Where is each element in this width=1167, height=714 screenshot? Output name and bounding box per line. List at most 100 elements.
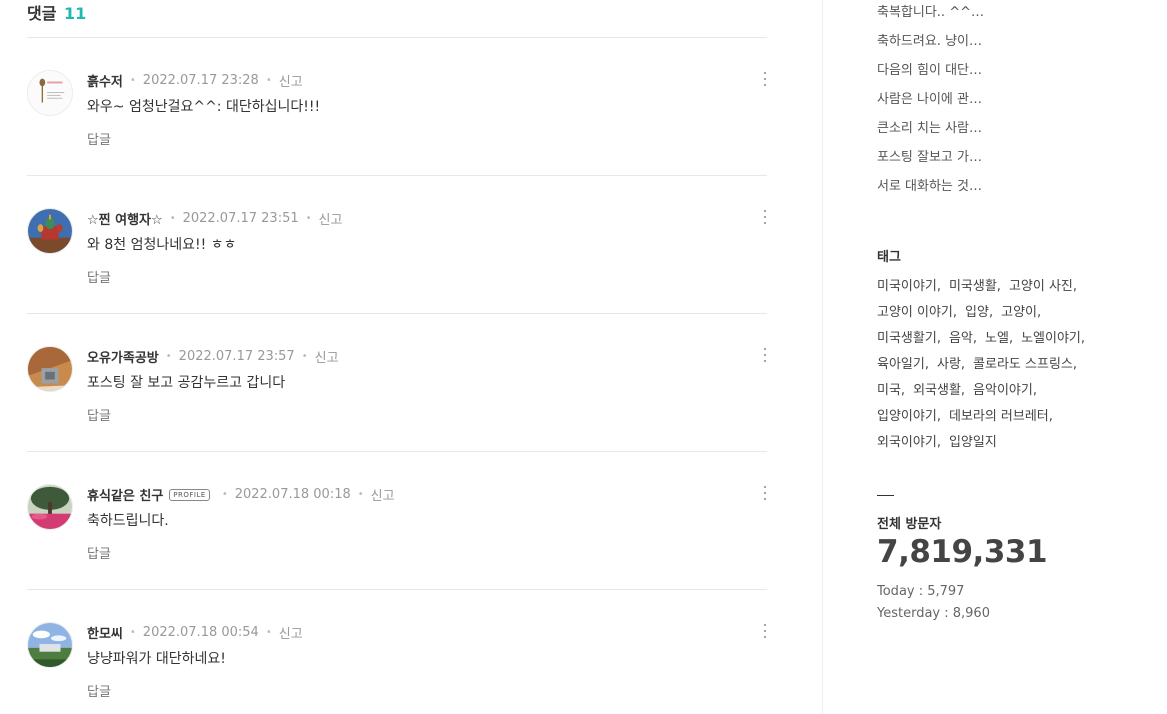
comment-item: 오유가족공방 • 2022.07.17 23:57 • 신고 포스팅 잘 보고 …	[27, 314, 767, 452]
profile-badge[interactable]: PROFILE	[169, 488, 210, 501]
visitor-total: 7,819,331	[877, 534, 1048, 570]
comment-text: 포스팅 잘 보고 공감누르고 갑니다	[87, 375, 286, 391]
comment-text: 냥냥파워가 대단하네요!	[87, 651, 226, 667]
more-options-icon[interactable]	[763, 210, 767, 224]
separator-dot: •	[221, 489, 228, 500]
recent-comment-link[interactable]: 축복합니다.. ^^…	[877, 3, 984, 32]
tag-row: 외국이야기, 입양일지	[877, 435, 997, 450]
reply-button[interactable]: 답글	[87, 543, 111, 562]
comment-date: 2022.07.17 23:28	[142, 73, 259, 88]
sidebar-divider	[822, 0, 823, 714]
tag-row: 미국이야기, 미국생활, 고양이 사진,	[877, 279, 1078, 294]
comment-text: 와우~ 엄청난걸요^^: 대단하십니다!!!	[87, 99, 321, 115]
tag-link[interactable]: 노엘	[985, 331, 1009, 346]
comment-meta: 휴식같은 친구 PROFILE • 2022.07.18 00:18 • 신고	[87, 485, 395, 504]
comments-header: 댓글 11	[27, 0, 767, 38]
separator-dot: •	[301, 351, 308, 362]
comment-date: 2022.07.18 00:18	[234, 487, 351, 502]
comment-author[interactable]: 한모씨	[87, 623, 123, 642]
more-options-icon[interactable]	[763, 72, 767, 86]
comment-author[interactable]: 흙수저	[87, 71, 123, 90]
tag-cloud: 미국이야기, 미국생활, 고양이 사진, 고양이 이야기, 입양, 고양이, 미국생활기…	[877, 274, 1107, 456]
tag-link[interactable]: 데보라의 러브레터	[949, 409, 1049, 424]
comment-date: 2022.07.18 00:54	[142, 625, 259, 640]
comment-meta: ☆찐 여행자☆ • 2022.07.17 23:51 • 신고	[87, 209, 342, 228]
wood-craft-avatar[interactable]	[27, 346, 73, 392]
tag-link[interactable]: 미국생활	[949, 279, 997, 294]
reply-button[interactable]: 답글	[87, 405, 111, 424]
tag-link[interactable]: 고양이	[1001, 305, 1037, 320]
tag-link[interactable]: 사랑	[937, 357, 961, 372]
tag-row: 고양이 이야기, 입양, 고양이,	[877, 305, 1042, 320]
report-link[interactable]: 신고	[371, 485, 395, 504]
tag-row: 미국, 외국생활, 음악이야기,	[877, 383, 1037, 398]
recent-comment-link[interactable]: 축하드려요. 냥이…	[877, 32, 984, 61]
comments-title: 댓글	[27, 4, 57, 23]
more-options-icon[interactable]	[763, 348, 767, 362]
tag-link[interactable]: 콜로라도 스프링스	[973, 357, 1073, 372]
spoon-logo-avatar[interactable]	[27, 70, 73, 116]
separator-dot: •	[169, 213, 176, 224]
visitor-title: 전체 방문자	[877, 517, 942, 532]
recent-comment-link[interactable]: 포스팅 잘보고 가…	[877, 148, 984, 177]
separator-dot: •	[165, 351, 172, 362]
reply-button[interactable]: 답글	[87, 681, 111, 700]
tag-link[interactable]: 노엘이야기	[1021, 331, 1081, 346]
cathedral-photo-avatar[interactable]	[27, 208, 73, 254]
comment-date: 2022.07.17 23:51	[182, 211, 299, 226]
tag-link[interactable]: 미국이야기	[877, 279, 937, 294]
tag-link[interactable]: 미국생활기	[877, 331, 937, 346]
comment-text: 축하드립니다.	[87, 513, 169, 529]
tag-link[interactable]: 입양이야기	[877, 409, 937, 424]
comment-author[interactable]: 오유가족공방	[87, 347, 159, 366]
comment-author[interactable]: ☆찐 여행자☆	[87, 209, 163, 228]
report-link[interactable]: 신고	[279, 71, 303, 90]
visitor-divider	[877, 495, 894, 496]
tag-row: 육아일기, 사랑, 콜로라도 스프링스,	[877, 357, 1077, 372]
tag-link[interactable]: 입양	[965, 305, 989, 320]
comment-author[interactable]: 휴식같은 친구	[87, 485, 163, 504]
comment-date: 2022.07.17 23:57	[178, 349, 295, 364]
tag-link[interactable]: 외국생활	[913, 383, 961, 398]
tag-row: 미국생활기, 음악, 노엘, 노엘이야기,	[877, 331, 1086, 346]
separator-dot: •	[357, 489, 364, 500]
landscape-avatar[interactable]	[27, 622, 73, 668]
recent-comment-link[interactable]: 다음의 힘이 대단…	[877, 61, 984, 90]
tree-flowers-avatar[interactable]	[27, 484, 73, 530]
report-link[interactable]: 신고	[319, 209, 343, 228]
visitor-today: Today : 5,797	[877, 584, 965, 599]
report-link[interactable]: 신고	[279, 623, 303, 642]
tag-link[interactable]: 입양일지	[949, 435, 997, 450]
recent-comments-list: 축복합니다.. ^^… 축하드려요. 냥이… 다음의 힘이 대단… 사람은 나이…	[877, 3, 984, 206]
recent-comment-link[interactable]: 큰소리 치는 사람…	[877, 119, 984, 148]
separator-dot: •	[265, 75, 272, 86]
tag-link[interactable]: 음악이야기	[973, 383, 1033, 398]
more-options-icon[interactable]	[763, 624, 767, 638]
tag-link[interactable]: 고양이 사진	[1009, 279, 1073, 294]
tag-link[interactable]: 외국이야기	[877, 435, 937, 450]
reply-button[interactable]: 답글	[87, 267, 111, 286]
separator-dot: •	[129, 75, 136, 86]
comment-meta: 흙수저 • 2022.07.17 23:28 • 신고	[87, 71, 303, 90]
recent-comment-link[interactable]: 서로 대화하는 것…	[877, 177, 984, 206]
tag-row: 입양이야기, 데보라의 러브레터,	[877, 409, 1053, 424]
more-options-icon[interactable]	[763, 486, 767, 500]
tag-link[interactable]: 미국	[877, 383, 901, 398]
recent-comment-link[interactable]: 사람은 나이에 관…	[877, 90, 984, 119]
reply-button[interactable]: 답글	[87, 129, 111, 148]
comment-meta: 한모씨 • 2022.07.18 00:54 • 신고	[87, 623, 303, 642]
tag-link[interactable]: 고양이 이야기	[877, 305, 953, 320]
comments-count: 11	[64, 4, 87, 23]
comment-item: 한모씨 • 2022.07.18 00:54 • 신고 냥냥파워가 대단하네요!…	[27, 590, 767, 714]
page: 댓글 11 흙수저 • 2022.07.17 23:28 • 신고 와우~ 엄청…	[0, 0, 1167, 714]
separator-dot: •	[129, 627, 136, 638]
tag-link[interactable]: 음악	[949, 331, 973, 346]
comment-item: 휴식같은 친구 PROFILE • 2022.07.18 00:18 • 신고 …	[27, 452, 767, 590]
comment-meta: 오유가족공방 • 2022.07.17 23:57 • 신고	[87, 347, 339, 366]
tag-link[interactable]: 육아일기	[877, 357, 925, 372]
comment-item: 흙수저 • 2022.07.17 23:28 • 신고 와우~ 엄청난걸요^^:…	[27, 38, 767, 176]
separator-dot: •	[305, 213, 312, 224]
report-link[interactable]: 신고	[315, 347, 339, 366]
comment-item: ☆찐 여행자☆ • 2022.07.17 23:51 • 신고 와 8천 엄청나…	[27, 176, 767, 314]
comments-section: 댓글 11 흙수저 • 2022.07.17 23:28 • 신고 와우~ 엄청…	[27, 0, 767, 714]
